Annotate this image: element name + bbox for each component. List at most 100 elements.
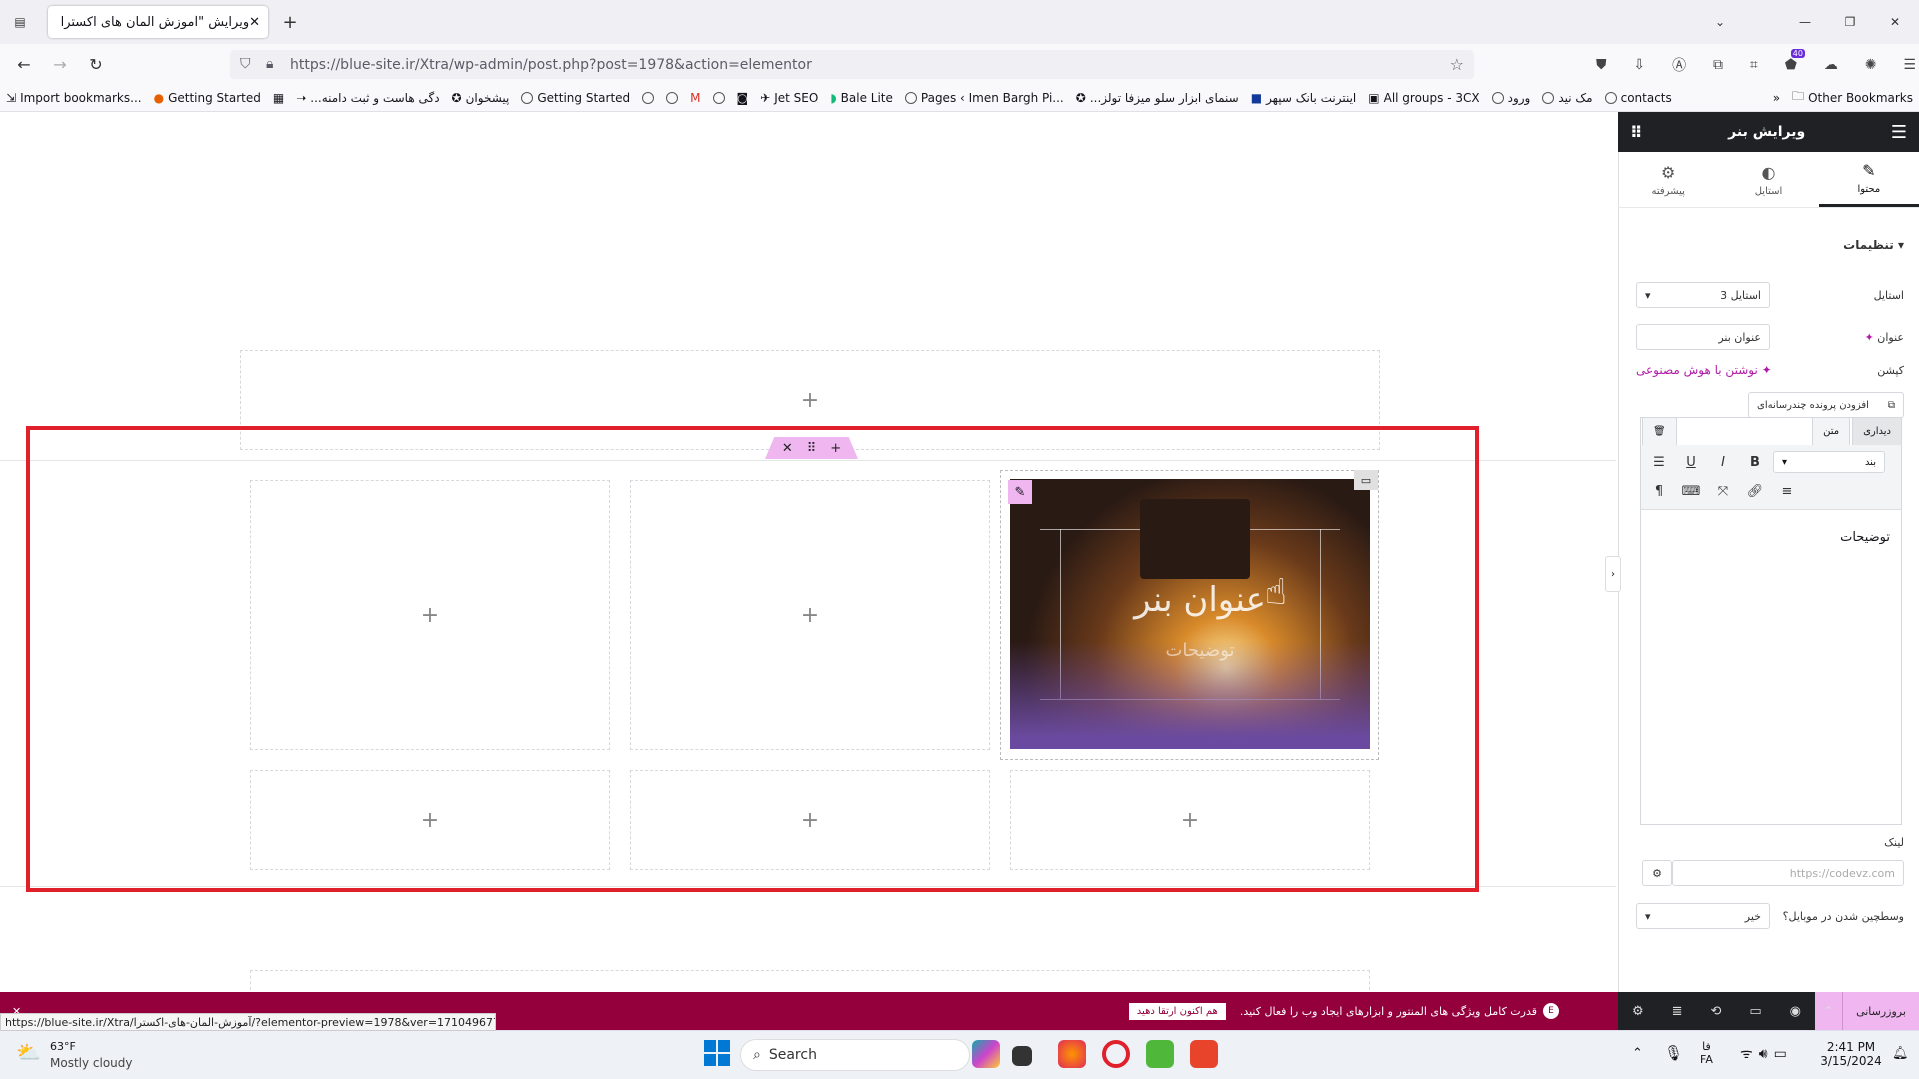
crop-icon[interactable]: ⌗ — [1750, 57, 1758, 73]
lock-icon[interactable]: 🔒︎ — [266, 56, 273, 72]
layers-icon[interactable]: ≣ — [1672, 1004, 1683, 1019]
bookmark-item[interactable]: contacts — [1599, 91, 1678, 105]
camtasia-icon[interactable] — [1146, 1040, 1174, 1068]
copilot-icon[interactable] — [972, 1040, 1000, 1068]
menu-icon[interactable]: ☰ — [1903, 57, 1916, 73]
responsive-icon[interactable]: ▭ — [1749, 1004, 1761, 1019]
weather-temp[interactable]: 63°F — [50, 1040, 76, 1053]
keyboard-icon[interactable]: ⌨ — [1681, 481, 1701, 501]
tab-list-icon[interactable]: ▤ — [10, 12, 30, 32]
back-icon[interactable]: ← — [14, 54, 34, 74]
bookmark-item[interactable]: ✪ پیشخوان — [446, 91, 516, 105]
minimize-icon[interactable]: — — [1795, 12, 1815, 32]
bookmark-item[interactable]: ⇲ Import bookmarks... — [0, 91, 148, 105]
tab-close-icon[interactable]: ✕ — [249, 15, 260, 30]
empty-section[interactable] — [250, 970, 1370, 990]
bookmark-item[interactable]: Getting Started — [515, 91, 636, 105]
bookmark-item[interactable] — [707, 91, 731, 104]
weather-cloud-icon[interactable]: ⛅ — [16, 1040, 41, 1064]
account-icon[interactable]: Ⓐ — [1672, 55, 1686, 75]
bookmark-item[interactable]: مک نید — [1536, 91, 1598, 105]
microphone-icon[interactable]: 🎙︎ — [1664, 1044, 1683, 1062]
mobile-select[interactable]: خیر ▾ — [1636, 903, 1770, 929]
drag-handle-icon[interactable]: ⠿ — [807, 441, 817, 456]
numbered-list-icon[interactable]: ≡ — [1777, 481, 1797, 501]
clock[interactable]: 2:41 PM 3/15/2024 — [1816, 1040, 1886, 1068]
fullscreen-icon[interactable]: ⤧ — [1713, 481, 1733, 501]
cloud-icon[interactable]: ☁ — [1824, 57, 1838, 73]
banner-description[interactable]: توضیحات — [1100, 640, 1300, 661]
tab-visual[interactable]: دیداری — [1852, 417, 1902, 445]
bookmark-item[interactable]: ✪ ...سنمای ابزار سلو میزفا تولز — [1070, 91, 1245, 105]
tab-style[interactable]: ◐ استایل — [1718, 152, 1818, 207]
link-options-gear-icon[interactable]: ⚙ — [1642, 860, 1672, 886]
bold-icon[interactable]: B — [1745, 452, 1765, 472]
trash-icon[interactable]: 🗑 — [1642, 417, 1677, 445]
download-icon[interactable]: ⇩ — [1633, 57, 1645, 73]
tab-advanced[interactable]: ⚙ پیشرفته — [1618, 152, 1718, 207]
more-bookmarks-icon[interactable]: » — [1767, 91, 1786, 105]
heading-input[interactable]: عنوان بنر — [1636, 324, 1770, 350]
add-media-button[interactable]: ⧉ افزودن پرونده چندرسانه‌ای — [1748, 392, 1904, 418]
tray-chevron-icon[interactable]: ⌃ — [1632, 1046, 1643, 1061]
language-indicator[interactable]: فا FA — [1700, 1040, 1713, 1066]
window-close-icon[interactable]: ✕ — [1885, 12, 1905, 32]
shield-icon[interactable]: ⛉ — [240, 56, 251, 72]
taskbar-search[interactable]: ⌕ Search — [740, 1039, 970, 1071]
bookmark-item[interactable]: ◗ Bale Lite — [824, 91, 899, 105]
tab-text[interactable]: متن — [1812, 417, 1851, 445]
extensions-icon[interactable]: ⧉ — [1713, 57, 1723, 73]
firefox-icon[interactable] — [1058, 1040, 1086, 1068]
hamburger-icon[interactable]: ☰ — [1891, 122, 1907, 143]
link-icon[interactable]: 🔗︎ — [1745, 481, 1765, 501]
edit-pencil-icon[interactable]: ✎ — [1008, 480, 1032, 504]
panel-collapse-icon[interactable]: › — [1605, 556, 1621, 592]
bookmark-item[interactable]: M — [684, 91, 706, 105]
bookmark-star-icon[interactable]: ☆ — [1450, 55, 1464, 74]
widget-type-icon[interactable]: ▭ — [1354, 470, 1378, 490]
tab-content[interactable]: ✎ محتوا — [1818, 152, 1919, 207]
notification-bell-icon[interactable]: 🔔︎ — [1892, 1046, 1909, 1061]
paragraph-select[interactable]: بند ▾ — [1773, 451, 1885, 473]
bookmark-item[interactable]: ▦ — [267, 91, 290, 105]
pocket-icon[interactable]: ⛊ — [1596, 57, 1607, 73]
chevron-up-icon[interactable]: ⌃ — [1815, 992, 1843, 1030]
add-icon[interactable]: + — [830, 441, 841, 456]
weather-desc[interactable]: Mostly cloudy — [50, 1056, 133, 1070]
browser-tab[interactable]: ✕ ویرایش "آموزش المان های اکسترا – ..." — [48, 6, 268, 38]
forward-icon[interactable]: → — [50, 54, 70, 74]
bookmark-item[interactable]: ➝ ...دگی هاست و ثبت دامنه — [290, 91, 445, 105]
paragraph-icon[interactable]: ¶ — [1649, 481, 1669, 501]
other-bookmarks[interactable]: 🗀 Other Bookmarks — [1786, 87, 1919, 108]
history-icon[interactable]: ⟲ — [1711, 1004, 1722, 1019]
extension-badge-icon[interactable]: ⬟ 40 — [1785, 49, 1805, 73]
section-handle[interactable]: ✕ ⠿ + — [765, 437, 858, 459]
sun-icon[interactable]: ✺ — [1865, 57, 1877, 73]
wifi-volume-battery-icons[interactable]: ᯤ🔊︎▭ — [1740, 1044, 1793, 1063]
bookmark-item[interactable]: ◙ — [731, 91, 755, 105]
widgets-grid-icon[interactable]: ⠿ — [1630, 123, 1643, 142]
opera-icon[interactable] — [1102, 1040, 1130, 1068]
bookmark-item[interactable]: ▣ All groups - 3CX — [1362, 91, 1485, 105]
editor-content[interactable]: توضیحات — [1660, 530, 1890, 545]
settings-gear-icon[interactable]: ⚙ — [1632, 1004, 1644, 1019]
bookmark-item[interactable]: ✈ Jet SEO — [754, 91, 824, 105]
upgrade-button[interactable]: هم اکنون ارتقا دهید — [1128, 1002, 1226, 1020]
new-tab-icon[interactable]: + — [280, 12, 300, 33]
bookmark-item[interactable]: Pages ‹ Imen Bargh Pi... — [899, 91, 1070, 105]
chevron-down-icon[interactable]: ⌄ — [1710, 12, 1730, 32]
link-input[interactable]: https://codevz.com — [1672, 860, 1904, 886]
restore-icon[interactable]: ❐ — [1840, 12, 1860, 32]
url-bar[interactable]: ⛉ 🔒︎ https://blue-site.ir/Xtra/wp-admin/… — [230, 50, 1474, 79]
underline-icon[interactable]: U — [1681, 452, 1701, 472]
bookmark-item[interactable]: ■ اینترنت بانک سپهر — [1245, 91, 1363, 105]
bookmark-item[interactable]: ورود — [1486, 91, 1537, 105]
section-toggle[interactable]: ▾ تنظیمات — [1636, 238, 1904, 252]
close-icon[interactable]: ✕ — [782, 441, 793, 456]
reload-icon[interactable]: ↻ — [86, 54, 106, 74]
bookmark-item[interactable]: ● Getting Started — [148, 91, 267, 105]
style-select[interactable]: استایل 3 ▾ — [1636, 282, 1770, 308]
ai-write-link[interactable]: ✦ نوشتن با هوش مصنوعی — [1636, 363, 1772, 377]
taskview-icon[interactable] — [1012, 1046, 1032, 1066]
bookmark-item[interactable] — [636, 91, 660, 104]
